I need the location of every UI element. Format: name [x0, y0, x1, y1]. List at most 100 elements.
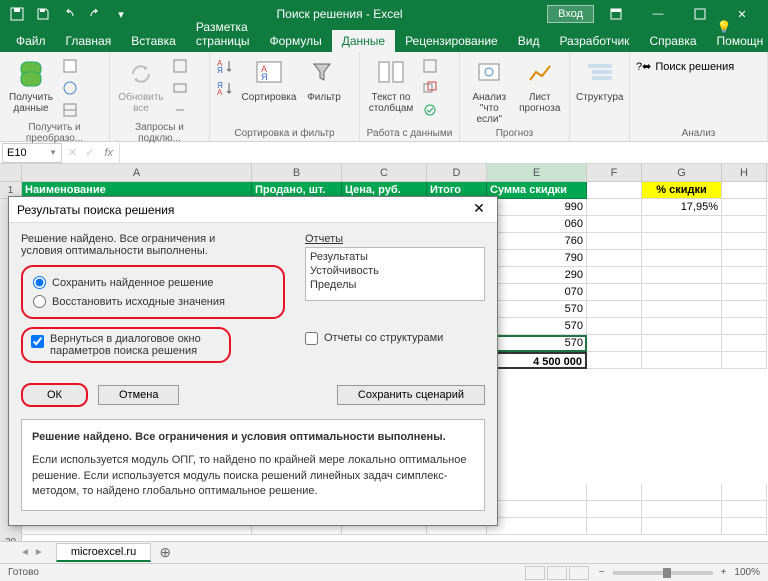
- col-header[interactable]: H: [722, 164, 767, 181]
- cell-F1[interactable]: [587, 182, 642, 199]
- cell-E2[interactable]: 990: [487, 199, 587, 216]
- zoom-slider[interactable]: [613, 571, 713, 575]
- tab-data[interactable]: Данные: [332, 30, 395, 52]
- properties-icon[interactable]: [170, 78, 190, 98]
- cell[interactable]: [642, 267, 722, 284]
- cell[interactable]: [642, 484, 722, 501]
- cell[interactable]: 290: [487, 267, 587, 284]
- cell[interactable]: 570: [487, 318, 587, 335]
- report-item[interactable]: Результаты: [310, 250, 480, 264]
- cancel-button[interactable]: Отмена: [98, 385, 179, 405]
- get-data-button[interactable]: Получить данные: [6, 56, 56, 114]
- cell[interactable]: [587, 199, 642, 216]
- cell[interactable]: [642, 352, 722, 369]
- cell[interactable]: [587, 216, 642, 233]
- cell[interactable]: [642, 335, 722, 352]
- cell[interactable]: [587, 352, 642, 369]
- tab-insert[interactable]: Вставка: [121, 30, 186, 52]
- cell[interactable]: [642, 216, 722, 233]
- cell[interactable]: [722, 301, 767, 318]
- outline-reports-checkbox[interactable]: Отчеты со структурами: [305, 329, 485, 348]
- filter-button[interactable]: Фильтр: [302, 56, 346, 103]
- save-icon[interactable]: [32, 3, 54, 25]
- ok-button[interactable]: ОК: [21, 383, 88, 407]
- refresh-all-button[interactable]: Обновить все: [116, 56, 166, 114]
- tab-file[interactable]: Файл: [6, 30, 56, 52]
- cell[interactable]: [722, 484, 767, 501]
- flash-fill-icon[interactable]: [420, 56, 440, 76]
- report-item[interactable]: Пределы: [310, 278, 480, 292]
- col-header[interactable]: F: [587, 164, 642, 181]
- cell[interactable]: [587, 233, 642, 250]
- cell[interactable]: [587, 335, 642, 352]
- cell[interactable]: 070: [487, 284, 587, 301]
- qat-dropdown-icon[interactable]: ▾: [110, 3, 132, 25]
- ribbon-options-icon[interactable]: [596, 0, 636, 28]
- report-item[interactable]: Устойчивость: [310, 264, 480, 278]
- queries-icon[interactable]: [170, 56, 190, 76]
- return-to-dialog-checkbox[interactable]: Вернуться в диалоговое окно параметров п…: [21, 327, 231, 363]
- pagebreak-view-icon[interactable]: [569, 566, 589, 580]
- zoom-out-button[interactable]: −: [599, 567, 605, 578]
- cell[interactable]: [722, 216, 767, 233]
- col-header[interactable]: G: [642, 164, 722, 181]
- cell[interactable]: [722, 267, 767, 284]
- outline-button[interactable]: Структура: [576, 56, 623, 103]
- undo-icon[interactable]: [58, 3, 80, 25]
- tab-help[interactable]: Справка: [639, 30, 706, 52]
- zoom-in-button[interactable]: +: [721, 567, 727, 578]
- cell[interactable]: [642, 233, 722, 250]
- cell[interactable]: [642, 284, 722, 301]
- cell[interactable]: [642, 301, 722, 318]
- cell-H1[interactable]: [722, 182, 767, 199]
- cell[interactable]: [722, 284, 767, 301]
- cell[interactable]: [587, 318, 642, 335]
- reports-listbox[interactable]: Результаты Устойчивость Пределы: [305, 247, 485, 301]
- cell[interactable]: 060: [487, 216, 587, 233]
- cell[interactable]: [587, 484, 642, 501]
- sheet-tab[interactable]: microexcel.ru: [56, 543, 151, 562]
- fx-icon[interactable]: fx: [98, 147, 119, 159]
- cell-G2[interactable]: 17,95%: [642, 199, 722, 216]
- cell[interactable]: [487, 518, 587, 535]
- cell[interactable]: [722, 335, 767, 352]
- tab-view[interactable]: Вид: [508, 30, 550, 52]
- col-header[interactable]: C: [342, 164, 427, 181]
- cell[interactable]: [642, 501, 722, 518]
- redo-icon[interactable]: [84, 3, 106, 25]
- from-web-icon[interactable]: [60, 78, 80, 98]
- data-validation-icon[interactable]: [420, 100, 440, 120]
- col-header[interactable]: A: [22, 164, 252, 181]
- cell[interactable]: [587, 518, 642, 535]
- minimize-icon[interactable]: —: [638, 0, 678, 28]
- normal-view-icon[interactable]: [525, 566, 545, 580]
- tab-home[interactable]: Главная: [56, 30, 122, 52]
- tab-formulas[interactable]: Формулы: [259, 30, 331, 52]
- tab-developer[interactable]: Разработчик: [549, 30, 639, 52]
- cell[interactable]: [487, 484, 587, 501]
- restore-original-radio[interactable]: Восстановить исходные значения: [33, 292, 273, 311]
- pagelayout-view-icon[interactable]: [547, 566, 567, 580]
- sort-desc-icon[interactable]: ЯА: [216, 78, 236, 98]
- cell[interactable]: [587, 501, 642, 518]
- from-table-icon[interactable]: [60, 100, 80, 120]
- save-scenario-button[interactable]: Сохранить сценарий: [337, 385, 485, 405]
- cell[interactable]: [722, 518, 767, 535]
- forecast-button[interactable]: Лист прогноза: [517, 56, 564, 114]
- name-box[interactable]: E10▼: [2, 143, 62, 163]
- cell[interactable]: [487, 501, 587, 518]
- sort-button[interactable]: АЯ Сортировка: [240, 56, 298, 103]
- cell[interactable]: 570: [487, 335, 587, 352]
- cell-G1[interactable]: % скидки: [642, 182, 722, 199]
- cell[interactable]: [722, 250, 767, 267]
- dialog-close-button[interactable]: ✕: [469, 200, 489, 220]
- col-header[interactable]: E: [487, 164, 587, 181]
- sort-asc-icon[interactable]: АЯ: [216, 56, 236, 76]
- autosave-icon[interactable]: [6, 3, 28, 25]
- tab-tellme[interactable]: 💡 Помощн: [707, 16, 768, 52]
- cell[interactable]: [642, 318, 722, 335]
- col-header[interactable]: B: [252, 164, 342, 181]
- edit-links-icon[interactable]: [170, 100, 190, 120]
- sheet-nav-prev-icon[interactable]: ◄: [20, 547, 30, 558]
- cell[interactable]: [722, 233, 767, 250]
